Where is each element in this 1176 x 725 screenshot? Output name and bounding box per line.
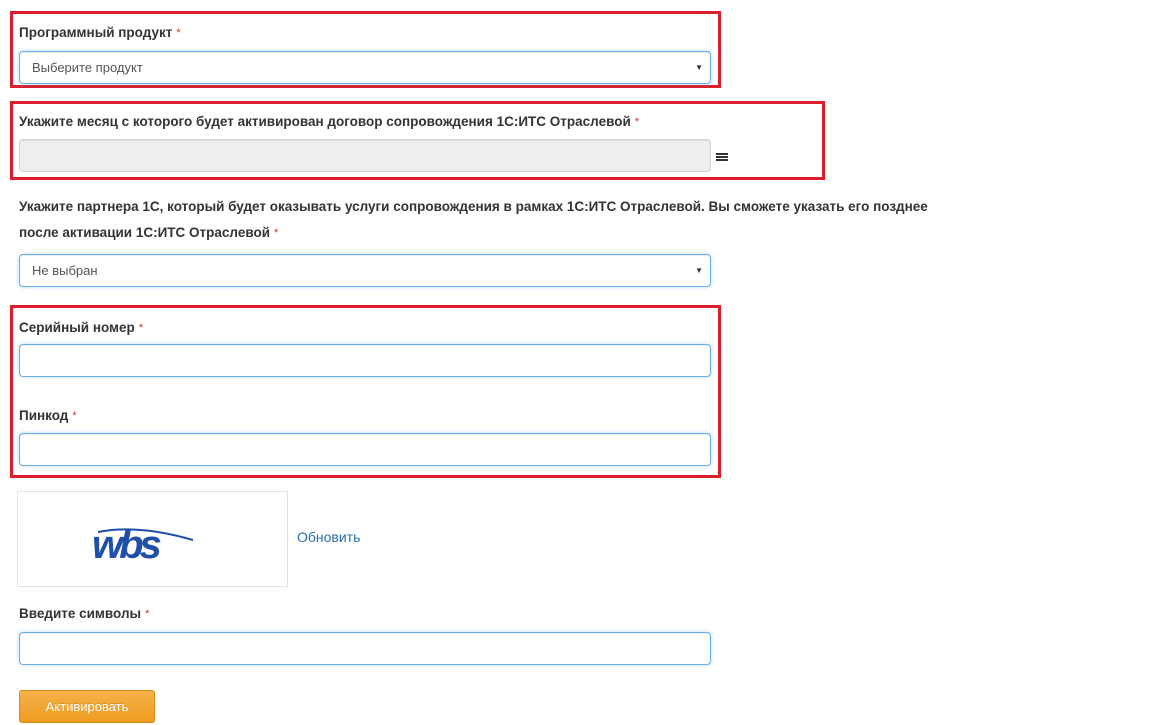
pin-label-text: Пинкод [19,408,69,423]
captcha-image: wbs [17,491,288,587]
pincode-input[interactable] [19,433,711,466]
required-mark: * [634,116,640,128]
product-select[interactable]: Выберите продукт ▼ [19,51,711,84]
captcha-input[interactable] [19,632,711,665]
activate-button[interactable]: Активировать [19,690,155,723]
required-mark: * [72,410,77,422]
activation-month-label-text: Укажите месяц с которого будет активиров… [19,114,631,129]
serial-label: Серийный номер * [19,318,143,338]
partner-label-line1: Укажите партнера 1С, который будет оказы… [19,199,928,214]
product-label: Программный продукт * [19,23,181,43]
caret-down-icon: ▼ [695,63,703,72]
captcha-text: wbs [92,523,161,567]
required-mark: * [145,608,150,620]
product-select-placeholder: Выберите продукт [32,60,143,75]
partner-select-value: Не выбран [32,263,98,278]
captcha-input-label: Введите символы * [19,604,149,624]
captcha-refresh-link[interactable]: Обновить [297,529,360,545]
caret-down-icon: ▼ [695,266,703,275]
captcha-graphic: wbs [92,523,194,567]
partner-select[interactable]: Не выбран ▼ [19,254,711,287]
serial-number-input[interactable] [19,344,711,377]
captcha-input-label-text: Введите символы [19,606,142,621]
activation-month-label: Укажите месяц с которого будет активиров… [19,112,639,132]
partner-label: после активации 1С:ИТС Отраслевой * [19,223,278,243]
activation-month-input[interactable] [19,139,711,172]
required-mark: * [138,322,144,334]
required-mark: * [274,227,279,239]
partner-label-line2: после активации 1С:ИТС Отраслевой [19,225,270,240]
required-mark: * [176,27,181,39]
serial-label-text: Серийный номер [19,320,135,335]
product-label-text: Программный продукт [19,25,173,40]
pin-label: Пинкод * [19,406,77,426]
calendar-icon[interactable] [716,153,728,163]
